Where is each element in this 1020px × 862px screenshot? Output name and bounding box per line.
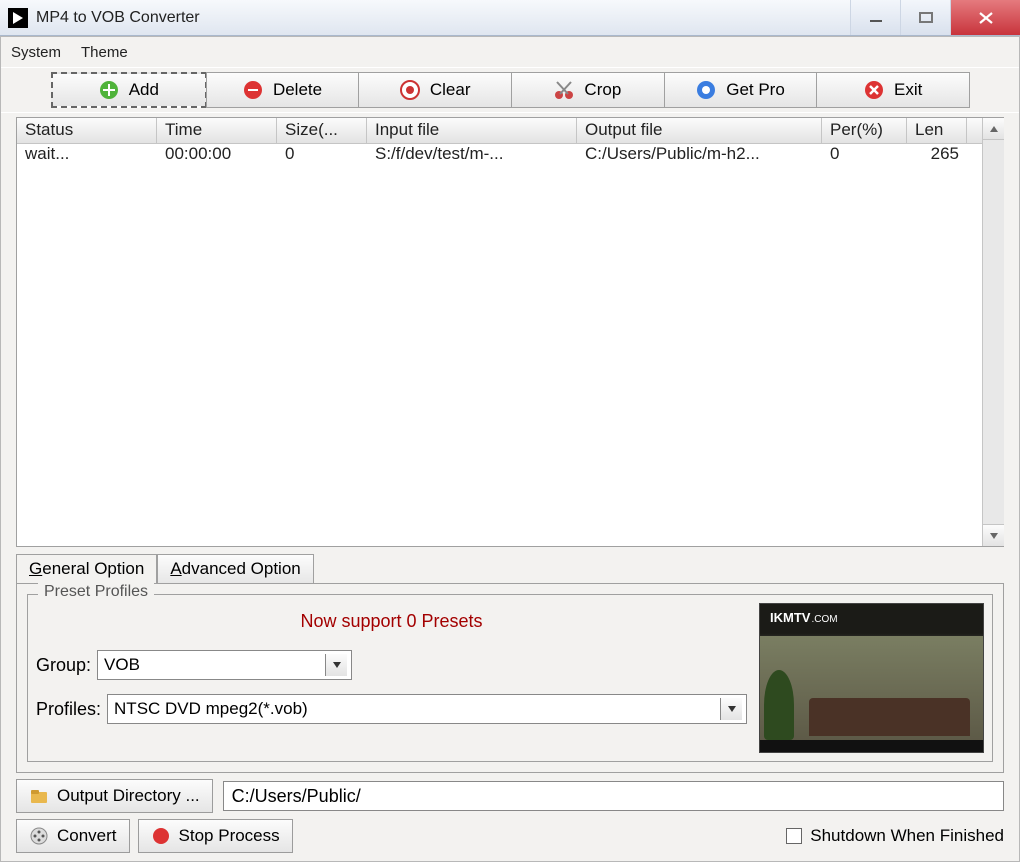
menu-system[interactable]: System (11, 44, 61, 61)
row-per: 0 (822, 144, 907, 168)
exit-button[interactable]: Exit (816, 72, 970, 108)
list-header: Status Time Size(... Input file Output f… (17, 118, 982, 144)
app-icon (8, 8, 28, 28)
scroll-down-arrow-icon[interactable] (983, 524, 1004, 546)
group-value: VOB (104, 655, 140, 675)
preview-brand: IKMTV.COM (770, 610, 838, 625)
add-icon (99, 80, 119, 100)
output-path-input[interactable] (223, 781, 1004, 811)
client-area: System Theme Add Delete Clear Crop (0, 36, 1020, 862)
menubar: System Theme (1, 37, 1019, 67)
exit-label: Exit (894, 80, 922, 100)
shutdown-checkbox[interactable]: Shutdown When Finished (786, 826, 1004, 846)
window-title: MP4 to VOB Converter (36, 9, 200, 27)
chevron-down-icon (325, 654, 347, 676)
clear-icon (400, 80, 420, 100)
checkbox-icon (786, 828, 802, 844)
app-window: MP4 to VOB Converter System Theme Add (0, 0, 1020, 862)
titlebar: MP4 to VOB Converter (0, 0, 1020, 36)
maximize-button[interactable] (900, 0, 950, 35)
bottom-row: Convert Stop Process Shutdown When Finis… (16, 819, 1004, 853)
output-directory-button[interactable]: Output Directory ... (16, 779, 213, 813)
row-time: 00:00:00 (157, 144, 277, 168)
tab-general-rest: eneral Option (42, 559, 144, 578)
row-size: 0 (277, 144, 367, 168)
exit-icon (864, 80, 884, 100)
vertical-scrollbar[interactable] (982, 118, 1004, 546)
convert-label: Convert (57, 826, 117, 846)
tab-advanced-rest: dvanced Option (182, 559, 301, 578)
profiles-label: Profiles: (36, 699, 101, 720)
tab-body: Preset Profiles Now support 0 Presets Gr… (16, 583, 1004, 773)
profiles-combo[interactable]: NTSC DVD mpeg2(*.vob) (107, 694, 747, 724)
folder-icon (29, 786, 49, 806)
row-input: S:/f/dev/test/m-... (367, 144, 577, 168)
tab-general[interactable]: General Option (16, 554, 157, 583)
row-output: C:/Users/Public/m-h2... (577, 144, 822, 168)
shutdown-label: Shutdown When Finished (810, 826, 1004, 846)
convert-button[interactable]: Convert (16, 819, 130, 853)
output-directory-label: Output Directory ... (57, 786, 200, 806)
convert-icon (29, 826, 49, 846)
stop-label: Stop Process (179, 826, 280, 846)
clear-button[interactable]: Clear (358, 72, 512, 108)
col-per-header[interactable]: Per(%) (822, 118, 907, 143)
col-output-header[interactable]: Output file (577, 118, 822, 143)
scroll-up-arrow-icon[interactable] (983, 118, 1004, 140)
profiles-value: NTSC DVD mpeg2(*.vob) (114, 699, 308, 719)
chevron-down-icon (720, 698, 742, 720)
close-button[interactable] (950, 0, 1020, 35)
col-status-header[interactable]: Status (17, 118, 157, 143)
toolbar: Add Delete Clear Crop Get Pro Exit (1, 67, 1019, 113)
get-pro-button[interactable]: Get Pro (664, 72, 818, 108)
table-row[interactable]: wait... 00:00:00 0 S:/f/dev/test/m-... C… (17, 144, 982, 168)
option-tabs: General Option Advanced Option (16, 553, 1004, 583)
add-button[interactable]: Add (51, 72, 207, 108)
preview-panel: IKMTV.COM (759, 603, 984, 753)
row-len: 265 (907, 144, 967, 168)
output-row: Output Directory ... (16, 779, 1004, 813)
col-time-header[interactable]: Time (157, 118, 277, 143)
stop-process-button[interactable]: Stop Process (138, 819, 293, 853)
minimize-button[interactable] (850, 0, 900, 35)
get-pro-icon (696, 80, 716, 100)
stop-icon (151, 826, 171, 846)
delete-icon (243, 80, 263, 100)
crop-label: Crop (584, 80, 621, 100)
col-input-header[interactable]: Input file (367, 118, 577, 143)
menu-theme[interactable]: Theme (81, 44, 128, 61)
group-label: Group: (36, 655, 91, 676)
crop-button[interactable]: Crop (511, 72, 665, 108)
add-label: Add (129, 80, 159, 100)
preset-message: Now support 0 Presets (36, 603, 747, 650)
preset-legend: Preset Profiles (38, 583, 154, 601)
file-list: Status Time Size(... Input file Output f… (16, 117, 1004, 547)
delete-label: Delete (273, 80, 322, 100)
delete-button[interactable]: Delete (206, 72, 360, 108)
col-size-header[interactable]: Size(... (277, 118, 367, 143)
col-len-header[interactable]: Len (907, 118, 967, 143)
tab-advanced[interactable]: Advanced Option (157, 554, 313, 583)
preset-profiles-group: Preset Profiles Now support 0 Presets Gr… (27, 594, 993, 762)
row-status: wait... (17, 144, 157, 168)
get-pro-label: Get Pro (726, 80, 785, 100)
clear-label: Clear (430, 80, 471, 100)
crop-icon (554, 80, 574, 100)
group-combo[interactable]: VOB (97, 650, 352, 680)
